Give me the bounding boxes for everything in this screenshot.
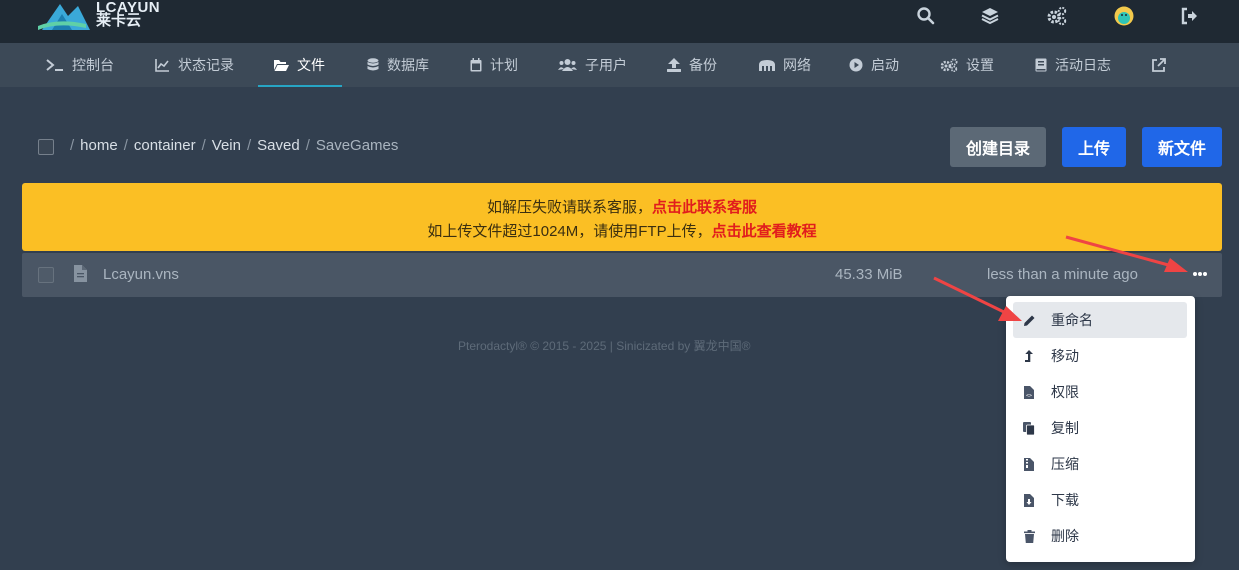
external-link-icon [1152,57,1166,72]
nav-backups[interactable]: 备份 [667,43,717,87]
terminal-icon [46,59,63,71]
menu-label: 权限 [1051,384,1079,400]
menu-label: 删除 [1051,528,1079,544]
level-up-icon [1022,349,1036,363]
contact-support-link[interactable]: 点击此联系客服 [652,199,757,216]
nav-label: 网络 [783,57,811,73]
nav-startup[interactable]: 启动 [849,43,899,87]
database-icon [367,58,379,71]
nav-schedules[interactable]: 计划 [470,43,518,87]
brand-subtitle: 莱卡云 [96,12,142,29]
pencil-icon [1022,313,1036,327]
menu-compress[interactable]: 压缩 [1013,446,1187,482]
menu-label: 复制 [1051,420,1079,436]
file-modified: less than a minute ago [987,266,1138,283]
menu-label: 下载 [1051,492,1079,508]
cogs-icon[interactable] [1046,6,1067,26]
nav-label: 计划 [490,57,518,73]
menu-move[interactable]: 移动 [1013,338,1187,374]
menu-label: 移动 [1051,348,1079,364]
file-size: 45.33 MiB [835,266,903,283]
book-icon [1035,58,1047,72]
play-circle-icon [849,58,863,72]
folder-open-icon [274,60,289,71]
nav-activity[interactable]: 活动日志 [1035,43,1111,87]
breadcrumb-saved[interactable]: Saved [257,137,300,154]
menu-rename[interactable]: 重命名 [1013,302,1187,338]
menu-download[interactable]: 下载 [1013,482,1187,518]
notice-line-2: 如上传文件超过1024M，请使用FTP上传，点击此查看教程 [22,220,1222,241]
menu-label: 压缩 [1051,456,1079,472]
sign-out-icon[interactable] [1180,6,1200,26]
nav-label: 备份 [689,57,717,73]
nav-network[interactable]: 网络 [759,43,811,87]
nav-label: 启动 [871,57,899,73]
nav-external-link[interactable] [1151,43,1174,87]
file-context-menu: 重命名 移动 <> 权限 复制 压缩 下载 删除 [1006,296,1195,562]
new-file-button[interactable]: 新文件 [1142,127,1222,167]
top-bar: LCAYUN 莱卡云 [0,0,1239,43]
breadcrumb: / home / container / Vein / Saved / Save… [70,137,398,154]
breadcrumb-separator: / [305,137,310,154]
brand-logo[interactable]: LCAYUN 莱卡云 [38,0,168,32]
breadcrumb-separator: / [246,137,252,154]
notice-banner: 如解压失败请联系客服，点击此联系客服 如上传文件超过1024M，请使用FTP上传… [22,183,1222,251]
nav-console[interactable]: 控制台 [46,43,114,87]
server-nav: 控制台 状态记录 文件 数据库 计划 子用户 备份 网络 启动 设置 活动日志 [0,43,1239,87]
footer-text: Pterodactyl® © 2015 - 2025 | Sinicizated… [458,339,751,353]
copy-icon [1022,421,1036,435]
nav-settings[interactable]: 设置 [940,43,994,87]
nav-label: 状态记录 [178,57,234,73]
cogs-icon [940,58,958,72]
menu-copy[interactable]: 复制 [1013,410,1187,446]
svg-text:<>: <> [1026,393,1032,399]
network-icon [759,60,775,71]
file-code-icon: <> [1022,385,1036,399]
breadcrumb-separator: / [201,137,206,154]
nav-label: 设置 [966,57,994,73]
breadcrumb-separator: / [70,137,75,154]
upload-icon [667,58,681,72]
upload-button[interactable]: 上传 [1062,127,1126,167]
more-options-icon[interactable] [1190,263,1210,283]
file-row[interactable]: Lcayun.vns 45.33 MiB less than a minute … [22,253,1222,297]
notice-line-1: 如解压失败请联系客服，点击此联系客服 [22,196,1222,217]
search-icon[interactable] [916,6,936,26]
file-download-icon [1022,493,1036,507]
menu-label: 重命名 [1051,312,1093,328]
file-archive-icon [1022,457,1036,471]
layers-icon[interactable] [980,6,1000,26]
breadcrumb-vein[interactable]: Vein [212,137,241,154]
file-checkbox[interactable] [38,267,54,283]
breadcrumb-current: SaveGames [315,137,399,154]
trash-icon [1022,529,1036,543]
breadcrumb-container[interactable]: container [134,137,196,154]
nav-label: 活动日志 [1055,57,1111,73]
menu-permissions[interactable]: <> 权限 [1013,374,1187,410]
chart-line-icon [155,59,169,72]
calendar-icon [470,58,482,72]
notice-text: 如上传文件超过1024M，请使用FTP上传， [427,223,712,240]
nav-label: 控制台 [72,57,114,73]
nav-databases[interactable]: 数据库 [367,43,429,87]
nav-label: 数据库 [387,57,429,73]
breadcrumb-separator: / [123,137,128,154]
file-icon [74,265,87,287]
tutorial-link[interactable]: 点击此查看教程 [712,223,817,240]
nav-users[interactable]: 子用户 [558,43,627,87]
select-all-checkbox[interactable] [38,139,54,155]
breadcrumb-home[interactable]: home [80,137,118,154]
nav-label: 子用户 [585,57,627,73]
menu-delete[interactable]: 删除 [1013,518,1187,554]
nav-label: 文件 [297,57,325,73]
avatar[interactable] [1114,6,1134,26]
nav-files[interactable]: 文件 [258,43,342,87]
nav-stats[interactable]: 状态记录 [155,43,234,87]
users-icon [558,59,577,71]
file-name[interactable]: Lcayun.vns [103,266,179,283]
notice-text: 如解压失败请联系客服， [486,199,652,216]
logo-mark-icon [38,4,90,30]
create-directory-button[interactable]: 创建目录 [950,127,1046,167]
